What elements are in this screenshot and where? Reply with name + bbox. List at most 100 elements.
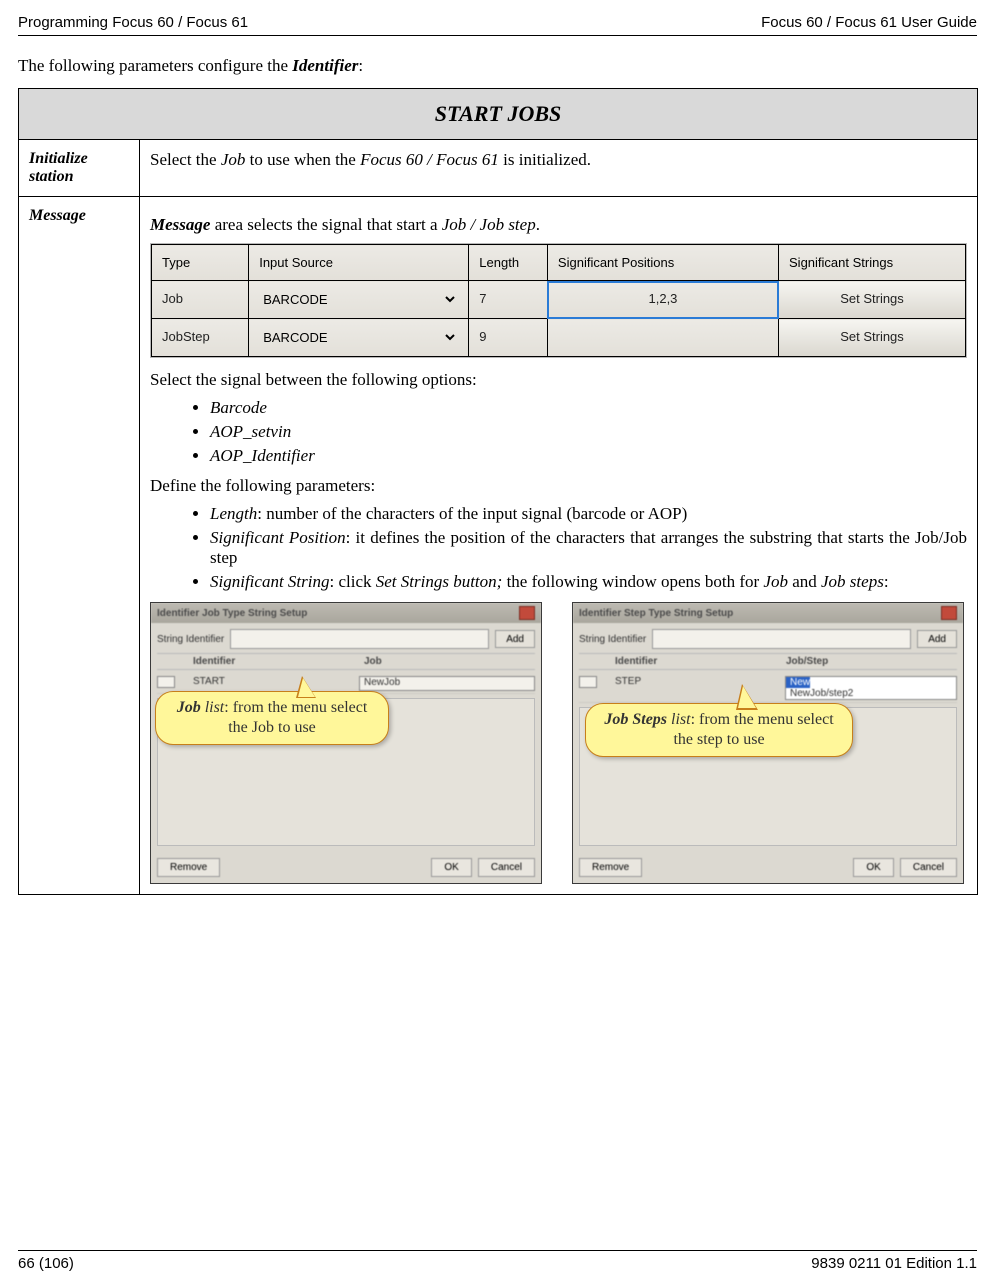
- col-length: Length: [469, 245, 548, 281]
- set-strings-button-jobstep[interactable]: Set Strings: [779, 319, 966, 357]
- header-left: Programming Focus 60 / Focus 61: [18, 14, 248, 31]
- col-sig-positions: Significant Positions: [547, 245, 778, 281]
- footer-right: 9839 0211 01 Edition 1.1: [811, 1255, 977, 1272]
- col-sig-strings: Significant Strings: [779, 245, 966, 281]
- options-intro: Select the signal between the following …: [150, 370, 967, 390]
- list-item: AOP_setvin: [210, 422, 967, 442]
- cell-type-jobstep: JobStep: [152, 319, 249, 357]
- init-text-2: to use when the: [245, 150, 360, 169]
- dialog2-input-label: String Identifier: [579, 634, 646, 645]
- list-item: Length: number of the characters of the …: [210, 504, 967, 524]
- init-product: Focus 60 / Focus 61: [360, 150, 499, 169]
- job-select[interactable]: NewJob: [359, 676, 535, 691]
- param-sigstr-term: Significant String: [210, 572, 329, 591]
- cell-positions-jobstep[interactable]: [547, 319, 778, 357]
- string-identifier-input[interactable]: [230, 629, 489, 649]
- callout2-text: : from the menu select the step to use: [673, 711, 833, 748]
- msg-term: Message: [150, 215, 210, 234]
- dialog2-titlebar: Identifier Step Type String Setup: [573, 603, 963, 623]
- callout1-list: list: [201, 699, 225, 716]
- row-message-head: Message: [19, 197, 140, 895]
- init-text-3: is initialized.: [499, 150, 591, 169]
- param-sigstr-btn: Set Strings button;: [376, 572, 503, 591]
- dialog2-col-jobstep: Job/Step: [786, 656, 957, 667]
- cell-length-jobstep[interactable]: 9: [469, 319, 548, 357]
- set-strings-button-job[interactable]: Set Strings: [779, 281, 966, 319]
- cancel-button[interactable]: Cancel: [478, 858, 535, 877]
- param-sigstr-steps: Job steps: [821, 572, 884, 591]
- dialog2-title: Identifier Step Type String Setup: [579, 608, 733, 619]
- table-row: JobStep BARCODE 9 Set Strings: [152, 319, 966, 357]
- msg-mid: area selects the signal that start a: [210, 215, 441, 234]
- col-type: Type: [152, 245, 249, 281]
- param-sigstr-prefix: : click: [329, 572, 375, 591]
- param-length-text: : number of the characters of the input …: [257, 504, 687, 523]
- col-input-source: Input Source: [249, 245, 469, 281]
- param-sigstr-job: Job: [763, 572, 788, 591]
- dialog1-title: Identifier Job Type String Setup: [157, 608, 307, 619]
- jobstep-select[interactable]: NewJob/step1 NewJob/step2: [785, 676, 957, 700]
- list-item: Significant String: click Set Strings bu…: [210, 572, 967, 592]
- callout1-term: Job: [177, 699, 201, 716]
- add-button[interactable]: Add: [917, 630, 957, 648]
- list-item: Significant Position: it defines the pos…: [210, 528, 967, 568]
- dialog1-row-identifier: START: [173, 676, 359, 691]
- msg-suffix: .: [536, 215, 540, 234]
- intro-paragraph: The following parameters configure the I…: [18, 56, 977, 76]
- init-job: Job: [221, 150, 246, 169]
- remove-button[interactable]: Remove: [579, 858, 642, 877]
- jobstep-option-2[interactable]: NewJob/step2: [786, 688, 956, 699]
- opt-aop-identifier: AOP_Identifier: [210, 446, 315, 465]
- opt-aop-setvin: AOP_setvin: [210, 422, 291, 441]
- ok-button[interactable]: OK: [431, 858, 471, 877]
- dialog1-col-job: Job: [364, 656, 535, 667]
- dialog1-titlebar: Identifier Job Type String Setup: [151, 603, 541, 623]
- job-steps-list-callout: Job Steps list: from the menu select the…: [585, 703, 853, 757]
- close-icon[interactable]: [941, 606, 957, 620]
- remove-button[interactable]: Remove: [157, 858, 220, 877]
- job-list-callout: Job list: from the menu select the Job t…: [155, 691, 389, 745]
- source-select-jobstep[interactable]: BARCODE: [259, 329, 458, 346]
- jobstep-option-1[interactable]: NewJob/step1: [786, 677, 810, 688]
- page-footer: 66 (106) 9839 0211 01 Edition 1.1: [18, 1250, 977, 1272]
- source-select-job[interactable]: BARCODE: [259, 291, 458, 308]
- msg-term2: Job / Job step: [442, 215, 536, 234]
- header-right: Focus 60 / Focus 61 User Guide: [761, 14, 977, 31]
- param-sigstr-suffix: :: [884, 572, 889, 591]
- cancel-button[interactable]: Cancel: [900, 858, 957, 877]
- cell-source-jobstep[interactable]: BARCODE: [249, 319, 469, 357]
- list-item: Barcode: [210, 398, 967, 418]
- string-identifier-input[interactable]: [652, 629, 911, 649]
- table-title: START JOBS: [19, 89, 978, 140]
- page-header: Programming Focus 60 / Focus 61 Focus 60…: [18, 14, 977, 36]
- footer-left: 66 (106): [18, 1255, 74, 1272]
- cell-source-job[interactable]: BARCODE: [249, 281, 469, 319]
- dialog2-col-identifier: Identifier: [595, 656, 786, 667]
- param-length-term: Length: [210, 504, 257, 523]
- message-config-grid: Type Input Source Length Significant Pos…: [150, 243, 967, 358]
- callout2-term: Job Steps: [604, 711, 667, 728]
- opt-barcode: Barcode: [210, 398, 267, 417]
- cell-positions-job[interactable]: 1,2,3: [547, 281, 778, 319]
- dialog1-col-identifier: Identifier: [173, 656, 364, 667]
- init-text-1: Select the: [150, 150, 221, 169]
- job-type-string-dialog: Identifier Job Type String Setup String …: [150, 602, 542, 884]
- dialog1-input-label: String Identifier: [157, 634, 224, 645]
- parameters-list: Length: number of the characters of the …: [190, 504, 967, 592]
- row-initialize-head: Initialize station: [19, 140, 140, 197]
- ok-button[interactable]: OK: [853, 858, 893, 877]
- list-item: AOP_Identifier: [210, 446, 967, 466]
- close-icon[interactable]: [519, 606, 535, 620]
- cell-length-job[interactable]: 7: [469, 281, 548, 319]
- add-button[interactable]: Add: [495, 630, 535, 648]
- start-jobs-table: START JOBS Initialize station Select the…: [18, 88, 978, 895]
- param-sigstr-mid: the following window opens both for: [502, 572, 763, 591]
- param-sigpos-term: Significant Position: [210, 528, 346, 547]
- callout2-list: list: [667, 711, 691, 728]
- define-intro: Define the following parameters:: [150, 476, 967, 496]
- callout1-text: : from the menu select the Job to use: [224, 699, 367, 736]
- intro-prefix: The following parameters configure the: [18, 56, 292, 75]
- param-sigstr-and: and: [788, 572, 821, 591]
- dialogs-row: Identifier Job Type String Setup String …: [150, 602, 967, 884]
- step-type-string-dialog: Identifier Step Type String Setup String…: [572, 602, 964, 884]
